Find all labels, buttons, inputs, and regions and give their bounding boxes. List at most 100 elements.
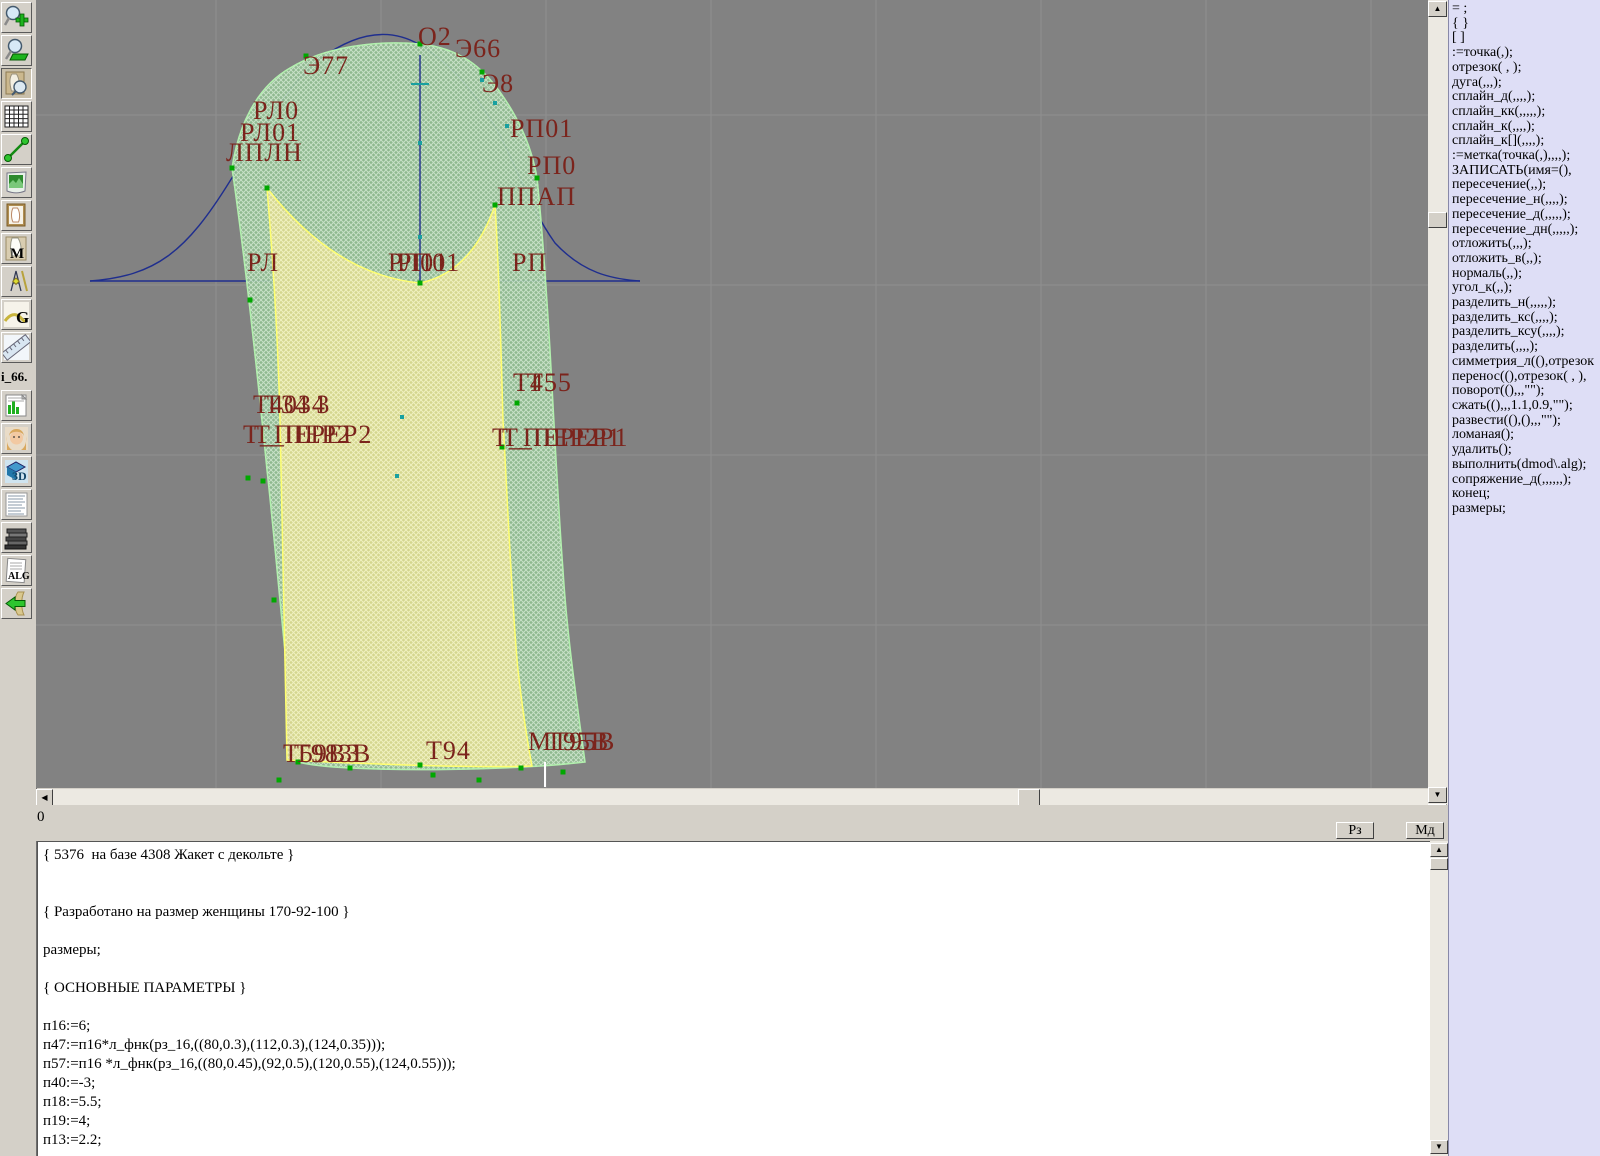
command-item[interactable]: перенос((),отрезок( , ), xyxy=(1452,369,1600,385)
back-arrow-tool[interactable] xyxy=(1,588,32,619)
command-item[interactable]: сплайн_к[](,,,,); xyxy=(1452,134,1600,149)
point-label: Т_ПЕР2 xyxy=(254,420,351,449)
zoom-in-tool[interactable] xyxy=(1,2,32,33)
command-item[interactable]: сплайн_д(,,,,); xyxy=(1452,90,1600,105)
pattern-frame-tool[interactable] xyxy=(1,200,32,231)
canvas-hscroll-track[interactable] xyxy=(36,789,1428,806)
text-lines-icon xyxy=(5,492,28,517)
command-item[interactable]: сплайн_кк(,,,,,); xyxy=(1452,104,1600,120)
view-pattern-tool[interactable] xyxy=(1,68,32,99)
command-item[interactable]: разделить_ксу(,,,,); xyxy=(1452,325,1600,340)
zoom-out-tool[interactable] xyxy=(1,35,32,66)
command-item[interactable]: пересечение(,,); xyxy=(1452,178,1600,193)
command-item[interactable]: разделить_кс(,,,,); xyxy=(1452,310,1600,326)
g-sketch-tool[interactable]: G xyxy=(1,299,32,330)
command-list: = ;{ }[ ]:=точка(,); отрезок( , ); дуга(,,… xyxy=(1452,1,1600,517)
command-item[interactable]: конец; xyxy=(1452,486,1600,502)
point-label: Т95В xyxy=(546,727,610,756)
md-button[interactable]: Мд xyxy=(1406,822,1444,839)
pattern-magnifier-icon xyxy=(5,71,27,96)
drawing-canvas[interactable]: О2 Э66 Э77 Э8 РЛ0 РЛ01 ЛПЛН РП01 РП0 ППАП РЛ РЛ01 РП… xyxy=(36,0,1428,788)
image-view-tool[interactable] xyxy=(1,167,32,198)
command-item[interactable]: дуга(,,,); xyxy=(1452,75,1600,91)
grid-tool[interactable] xyxy=(1,101,32,132)
code-line: размеры; xyxy=(43,942,101,958)
point-label: ЛПЛН xyxy=(226,138,303,167)
point-label: РП01 xyxy=(510,114,574,143)
table-chart-icon xyxy=(5,393,28,417)
point-label: РЛ xyxy=(247,248,280,277)
command-item[interactable]: разделить(,,,,); xyxy=(1452,339,1600,355)
rz-button[interactable]: Рз xyxy=(1336,822,1374,839)
text-list-tool[interactable] xyxy=(1,489,32,520)
point-label: РП xyxy=(512,248,548,277)
code-editor[interactable]: { 5376 на базе 4308 Жакет с декольте } { … xyxy=(37,841,1430,1156)
editor-vscroll-down[interactable]: ▼ xyxy=(1430,1140,1448,1154)
drafting-tool[interactable] xyxy=(1,266,32,297)
editor-vscroll-track[interactable] xyxy=(1430,841,1448,1156)
command-item[interactable]: симметрия_л((),отрезок xyxy=(1452,354,1600,370)
archive-books-tool[interactable] xyxy=(1,522,32,553)
command-panel: = ;{ }[ ]:=точка(,); отрезок( , ); дуга(,,… xyxy=(1448,0,1600,1156)
command-item[interactable]: размеры; xyxy=(1452,501,1600,517)
code-line: { 5376 на базе 4308 Жакет с декольте } xyxy=(43,847,295,863)
editor-vscroll-thumb[interactable] xyxy=(1430,858,1448,870)
command-item[interactable]: развести((),(),,,""); xyxy=(1452,413,1600,429)
command-item[interactable]: нормаль(,,); xyxy=(1452,266,1600,282)
pattern-m-tool[interactable]: M xyxy=(1,233,32,264)
editor-vscroll-up[interactable]: ▲ xyxy=(1430,843,1448,857)
command-item[interactable]: отрезок( , ); xyxy=(1452,60,1600,76)
command-item[interactable]: сплайн_к(,,,,); xyxy=(1452,119,1600,135)
command-item[interactable]: ломаная(); xyxy=(1452,428,1600,443)
command-item[interactable]: [ ] xyxy=(1452,31,1600,46)
code-lines: { 5376 на базе 4308 Жакет с декольте } { … xyxy=(43,847,1430,1151)
command-item[interactable]: разделить_н(,,,,,); xyxy=(1452,295,1600,311)
command-item[interactable]: отложить(,,,); xyxy=(1452,237,1600,252)
point-label: Т_ПЕР2Р1 xyxy=(502,423,629,452)
command-item[interactable]: { } xyxy=(1452,16,1600,32)
command-item[interactable]: отложить_в(,,); xyxy=(1452,251,1600,267)
command-item[interactable]: поворот((),,,""); xyxy=(1452,384,1600,399)
code-line: п18:=5.5; xyxy=(43,1094,102,1110)
model-photo-tool[interactable] xyxy=(1,423,32,454)
code-line: { ОСНОВНЫЕ ПАРАМЕТРЫ } xyxy=(43,980,247,996)
ruler-tool[interactable] xyxy=(1,332,32,363)
command-item[interactable]: :=метка(точка(,),,,,); xyxy=(1452,148,1600,164)
3d-tool[interactable]: 3D xyxy=(1,456,32,487)
picture-icon xyxy=(6,171,27,194)
canvas-vscroll-up[interactable]: ▲ xyxy=(1428,1,1447,17)
command-item[interactable]: :=точка(,); xyxy=(1452,45,1600,61)
left-toolbar: M G i_66. 3D ALG xyxy=(0,0,37,1156)
canvas-vscroll-thumb[interactable] xyxy=(1428,212,1447,228)
command-item[interactable]: сжать((),,,1.1,0.9,""); xyxy=(1452,398,1600,414)
point-label: Т983В xyxy=(294,739,372,768)
measure-tool[interactable] xyxy=(1,134,32,165)
canvas-vscroll-down[interactable]: ▼ xyxy=(1428,787,1447,803)
point-label: О2 xyxy=(418,22,452,51)
command-item[interactable]: сопряжение_д(,,,,,,); xyxy=(1452,472,1600,488)
command-item[interactable]: ЗАПИСАТЬ(имя=(), xyxy=(1452,163,1600,179)
canvas-vscroll-track[interactable] xyxy=(1428,0,1448,805)
command-item[interactable]: выполнить(dmod\.alg); xyxy=(1452,457,1600,473)
command-item[interactable]: удалить(); xyxy=(1452,442,1600,458)
canvas-hscroll-left[interactable]: ◀ xyxy=(36,789,53,806)
code-line: { Разработано на размер женщины 170-92-1… xyxy=(43,904,350,920)
point-label: Т94 xyxy=(426,736,471,765)
command-item[interactable]: пересечение_дн(,,,,,); xyxy=(1452,222,1600,238)
command-item[interactable]: пересечение_д(,,,,,); xyxy=(1452,207,1600,223)
point-label: Э66 xyxy=(455,34,502,63)
command-item[interactable]: = ; xyxy=(1452,1,1600,17)
alg-file-tool[interactable]: ALG xyxy=(1,555,32,586)
m-glyph: M xyxy=(10,246,24,262)
canvas-hscroll-thumb[interactable] xyxy=(1018,789,1040,806)
size-table-tool[interactable] xyxy=(1,390,32,421)
command-item[interactable]: угол_к(,,); xyxy=(1452,281,1600,296)
books-icon xyxy=(4,528,28,550)
alg-file-icon: ALG xyxy=(5,557,30,584)
zoom-out-icon xyxy=(4,38,29,61)
command-item[interactable]: пересечение_н(,,,,); xyxy=(1452,192,1600,208)
